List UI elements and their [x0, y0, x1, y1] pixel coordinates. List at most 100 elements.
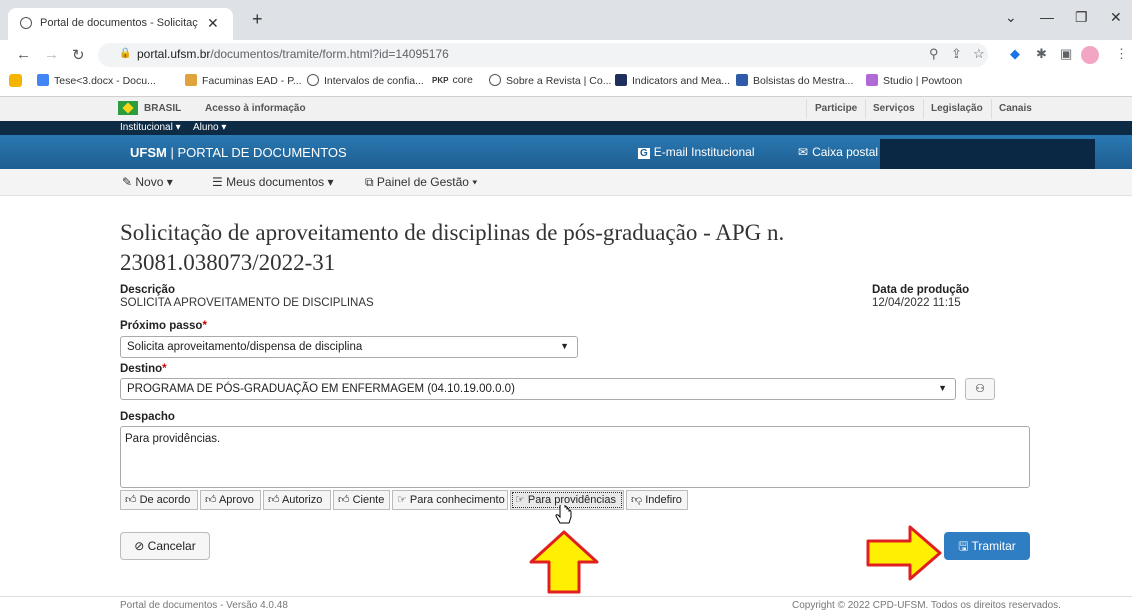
share-icon[interactable]: ⇪ [951, 46, 962, 62]
proximo-passo-text: Próximo passo [120, 320, 203, 332]
ciente-button[interactable]: 👍︎ Ciente [333, 490, 390, 510]
aluno-menu[interactable]: Aluno ▾ [193, 122, 226, 133]
dashboard-icon: ⧉ [365, 175, 377, 189]
bookmark-label: Tese<3.docx - Docu... [54, 75, 156, 87]
caixa-postal-link[interactable]: ✉ Caixa postal [798, 145, 878, 159]
bookmark-label: Bolsistas do Mestra... [753, 75, 854, 87]
save-icon: 🖫 [958, 539, 972, 553]
indefiro-button[interactable]: 👎︎ Indefiro [626, 490, 688, 510]
meus-documentos-menu[interactable]: ☰ Meus documentos ▾ [212, 175, 334, 189]
gov-canais-link[interactable]: Canais [999, 103, 1032, 114]
url-text[interactable]: portal.ufsm.br/documentos/tramite/form.h… [137, 47, 449, 61]
divider [806, 99, 807, 119]
globe-icon [489, 74, 501, 86]
minimize-button[interactable]: — [1040, 9, 1054, 25]
list-icon: ☰ [212, 175, 227, 189]
de-acordo-button[interactable]: 👍︎ De acordo [120, 490, 198, 510]
profile-avatar[interactable] [1081, 46, 1099, 64]
despacho-textarea[interactable]: Para providências. [120, 426, 1030, 488]
powtoon-icon [866, 74, 878, 86]
new-tab-button[interactable]: + [252, 9, 263, 30]
gov-brasil-link[interactable]: BRASIL [144, 103, 181, 114]
bookmark-bolsistas[interactable]: Bolsistas do Mestra... [736, 74, 853, 87]
bookmark-core[interactable]: PKP core [432, 74, 473, 86]
thumbs-up-icon: 👍︎ [205, 494, 219, 506]
destino-label: Destino* [120, 363, 167, 375]
page-title: Solicitação de aproveitamento de discipl… [120, 220, 785, 275]
hand-cursor-icon [555, 505, 572, 524]
novo-label: Novo ▾ [135, 175, 173, 189]
bookmark-intervalos[interactable]: Intervalos de confia... [307, 74, 424, 87]
thumbs-up-icon: 👍︎ [338, 494, 353, 506]
divider [865, 99, 866, 119]
side-panel-icon[interactable]: ▣ [1060, 46, 1072, 62]
sitemap-icon: ⚇ [975, 383, 985, 395]
qb-label: Aprovo [218, 494, 254, 506]
pencil-icon: ✎ [122, 175, 136, 189]
divider [923, 99, 924, 119]
close-tab-icon[interactable]: ✕ [207, 15, 219, 32]
bookmark-tese[interactable]: Tese<3.docx - Docu... [37, 74, 156, 87]
bookmark-indicators[interactable]: Indicators and Mea... [615, 74, 730, 87]
qb-label: Indefiro [645, 494, 682, 506]
gov-participe-link[interactable]: Participe [815, 103, 857, 114]
thumbs-up-icon: 👍︎ [268, 494, 282, 506]
meus-label: Meus documentos ▾ [226, 175, 334, 189]
extensions-puzzle-icon[interactable]: ✱ [1036, 46, 1047, 62]
gov-legislacao-link[interactable]: Legislação [931, 103, 983, 114]
aprovo-button[interactable]: 👍︎ Aprovo [200, 490, 261, 510]
globe-icon [307, 74, 319, 86]
extension-cap-icon[interactable]: ◆ [1010, 46, 1020, 62]
institucional-menu[interactable]: Institucional ▾ [120, 122, 181, 133]
painel-gestao-menu[interactable]: ⧉ Painel de Gestão ▾ [365, 175, 477, 190]
org-tree-button[interactable]: ⚇ [965, 378, 995, 400]
chevron-down-icon: ▼ [560, 341, 569, 351]
close-window-button[interactable]: ✕ [1110, 9, 1122, 26]
gov-servicos-link[interactable]: Serviços [873, 103, 915, 114]
bookmark-label: Intervalos de confia... [324, 75, 424, 87]
forward-icon[interactable]: → [44, 46, 59, 63]
qb-label: Ciente [352, 494, 385, 506]
google-icon: G [638, 148, 650, 159]
chrome-menu-icon[interactable]: ⋮ [1115, 46, 1128, 62]
apps-icon[interactable] [9, 74, 22, 87]
destino-select[interactable]: PROGRAMA DE PÓS-GRADUAÇÃO EM ENFERMAGEM … [120, 378, 956, 400]
thumbs-down-icon: 👎︎ [631, 494, 646, 506]
footer-copyright: Copyright © 2022 CPD-UFSM. Todos os dire… [792, 600, 1061, 611]
browser-tab[interactable]: Portal de documentos - Solicitaç ✕ [8, 8, 233, 40]
autorizo-button[interactable]: 👍︎ Autorizo [263, 490, 331, 510]
chevron-down-icon: ▼ [938, 383, 947, 393]
maximize-button[interactable]: ❐ [1075, 9, 1088, 26]
tab-search-icon[interactable]: ⌄ [1005, 9, 1017, 26]
zoom-icon[interactable]: ⚲ [929, 46, 939, 62]
descricao-label: Descrição [120, 284, 175, 296]
bookmark-powtoon[interactable]: Studio | Powtoon [866, 74, 962, 87]
bookmark-label: Sobre a Revista | Co... [506, 75, 612, 87]
ban-icon: ⊘ [134, 539, 148, 553]
indicators-icon [615, 74, 627, 86]
portal-brand[interactable]: UFSM | PORTAL DE DOCUMENTOS [130, 145, 347, 160]
data-producao-label: Data de produção [872, 284, 970, 296]
para-conhecimento-button[interactable]: ☞ Para conhecimento [392, 490, 508, 510]
cancel-button[interactable]: ⊘ Cancelar [120, 532, 210, 560]
reload-icon[interactable]: ↻ [72, 46, 85, 64]
back-icon[interactable]: ← [16, 46, 31, 63]
cancel-label: Cancelar [147, 539, 196, 553]
gov-acesso-link[interactable]: Acesso à informação [205, 103, 306, 114]
pointing-hand-icon: ☞ [515, 494, 528, 506]
tramitar-button[interactable]: 🖫 Tramitar [944, 532, 1030, 560]
lock-icon[interactable]: 🔒 [119, 48, 131, 59]
qb-label: Para conhecimento [409, 494, 505, 506]
proximo-passo-select[interactable]: Solicita aproveitamento/dispensa de disc… [120, 336, 578, 358]
bookmark-sobre-revista[interactable]: Sobre a Revista | Co... [489, 74, 611, 87]
envelope-icon: ✉ [798, 145, 809, 159]
bookmark-facuminas[interactable]: Facuminas EAD - P... [185, 74, 302, 87]
arrow-right-annotation [866, 525, 942, 581]
qb-label: Autorizo [281, 494, 323, 506]
required-asterisk: * [202, 320, 207, 332]
bookmark-label: core [452, 74, 473, 86]
email-link[interactable]: G E-mail Institucional [638, 145, 755, 159]
bookmark-star-icon[interactable]: ☆ [973, 46, 985, 62]
ufsm-icon [736, 74, 748, 86]
novo-menu[interactable]: ✎ Novo ▾ [122, 175, 173, 189]
